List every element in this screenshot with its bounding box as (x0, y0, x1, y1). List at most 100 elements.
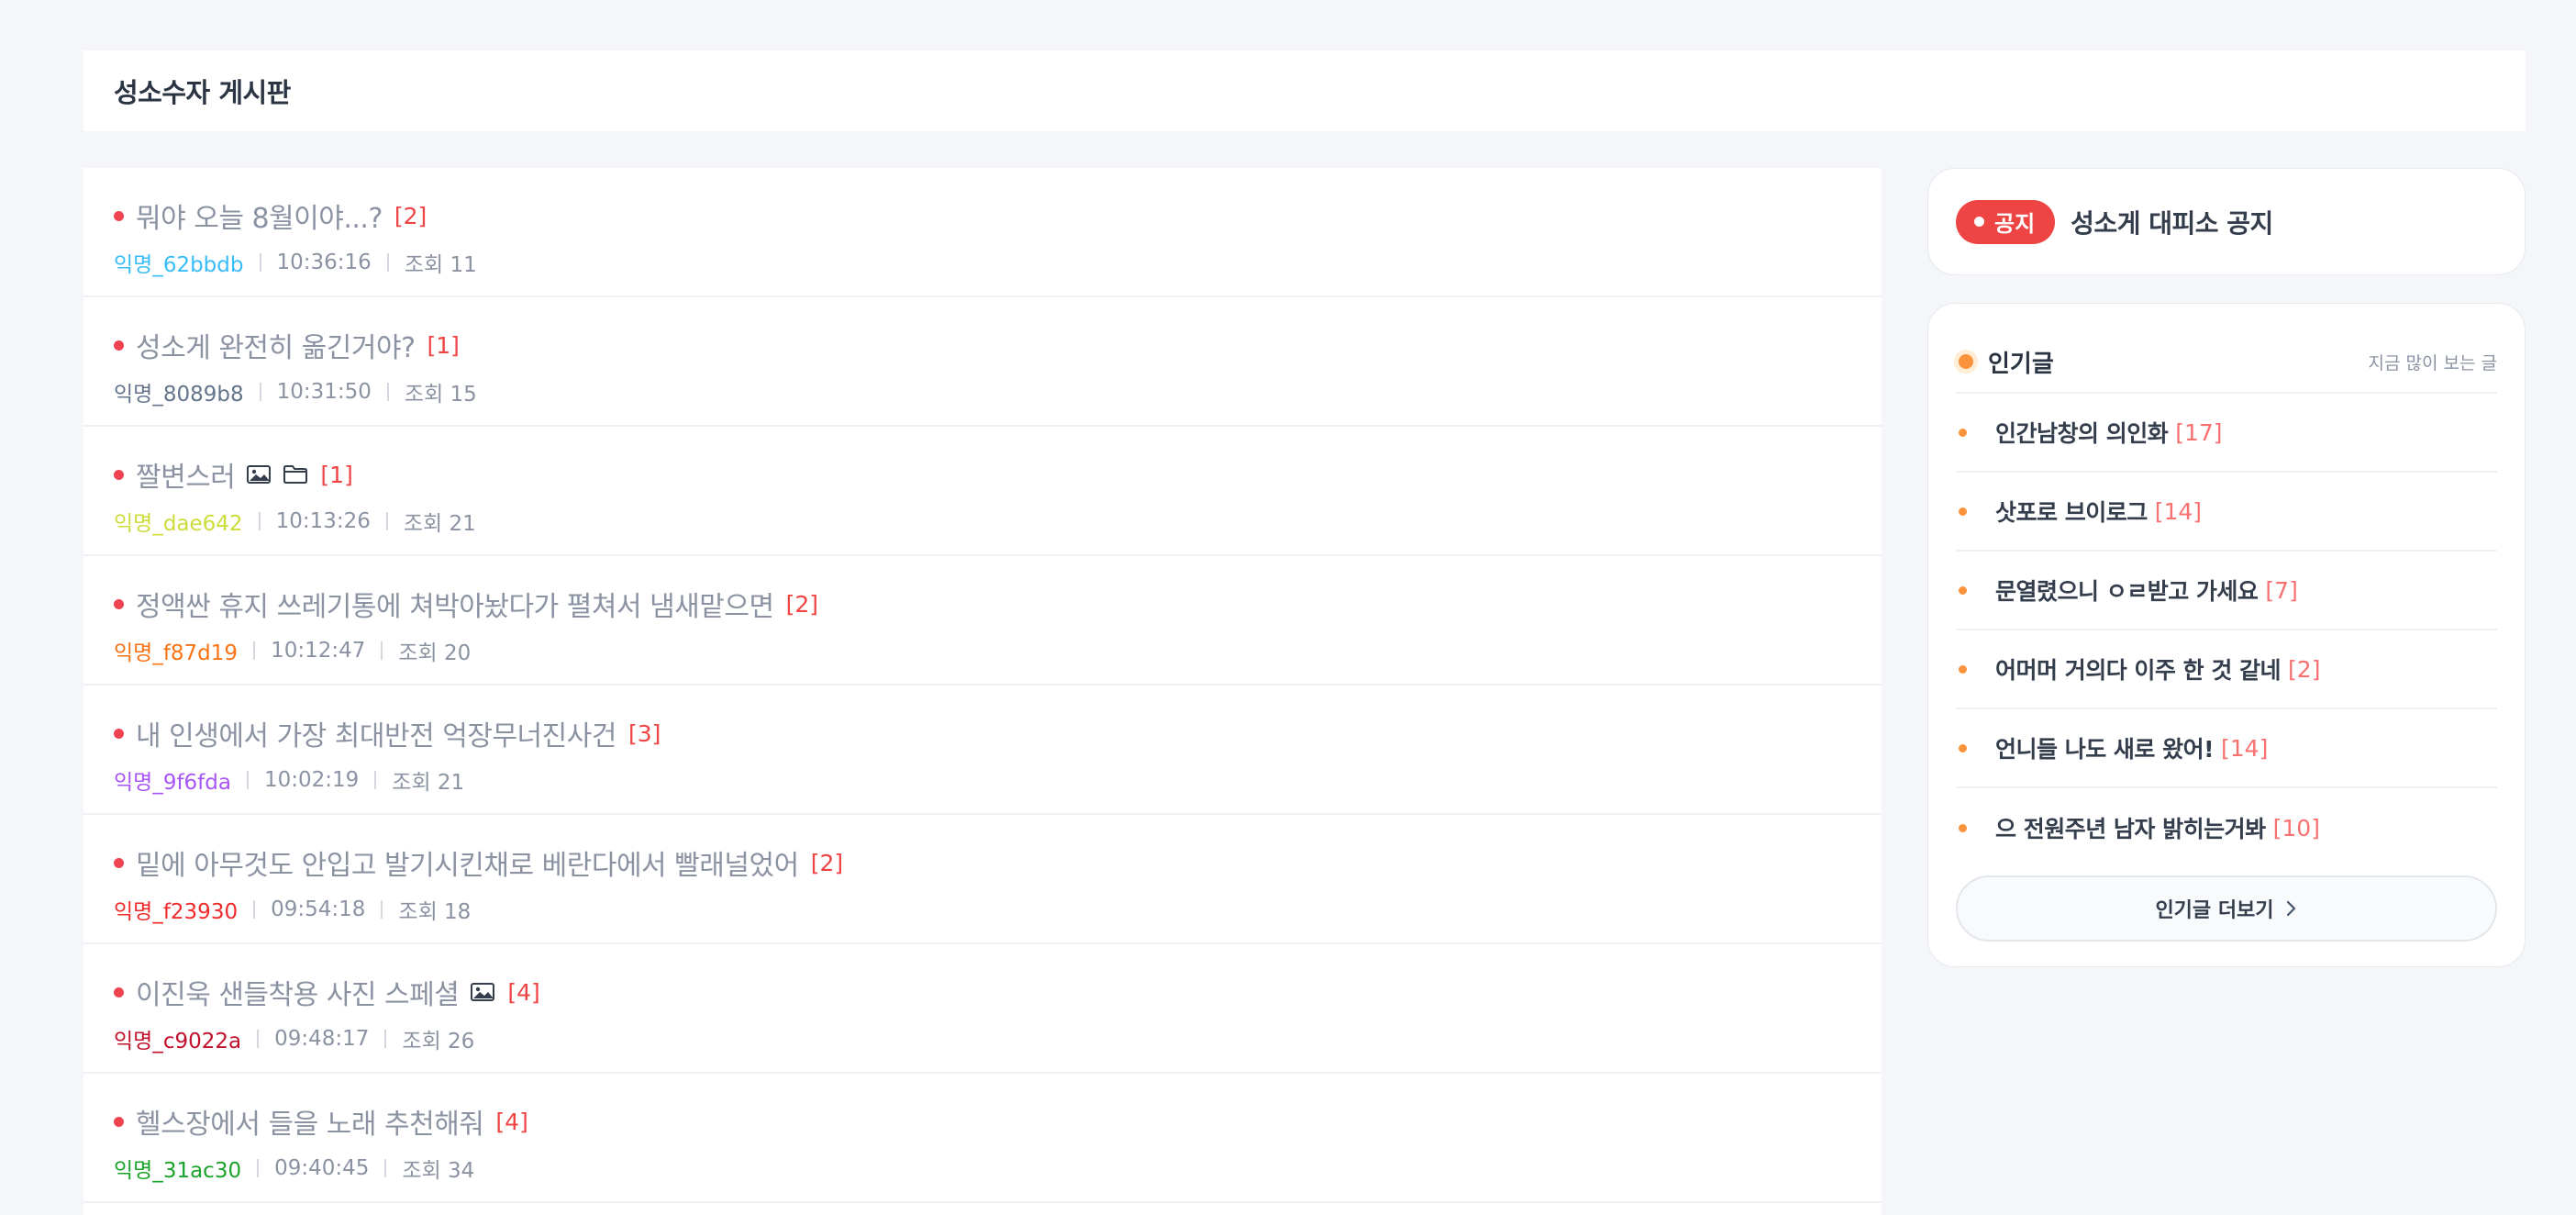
post-title-line: 성소게 완전히 옮긴거야? [1] (114, 325, 460, 365)
popular-item-title[interactable]: 문열렸으니 ㅇㄹ받고 가세요 (1995, 574, 2259, 607)
post-time: 09:54:18 (271, 897, 366, 921)
post-comment-count: [3] (627, 719, 661, 747)
post-comment-count: [2] (785, 590, 819, 618)
post-time: 10:02:19 (263, 768, 360, 792)
popular-item[interactable]: 으 전원주년 남자 밝히는거봐 [10] (1956, 788, 2497, 867)
post-title[interactable]: 헬스장에서 들을 노래 추천해줘 (136, 1101, 484, 1142)
new-dot-icon (114, 598, 124, 609)
meta-divider (258, 512, 261, 530)
post-row[interactable]: 헬스장에서 들을 노래 추천해줘 [4] 익명_31ac30 09:40:45 … (83, 1074, 1882, 1203)
post-title[interactable]: 성소게 완전히 옮긴거야? (136, 325, 416, 365)
post-views: 조회 18 (398, 900, 472, 924)
new-dot-icon (114, 728, 124, 739)
post-views: 조회 26 (402, 1030, 475, 1053)
bullet-dot-icon (1959, 585, 1967, 595)
new-dot-icon (114, 340, 124, 351)
meta-divider (253, 641, 256, 660)
post-title[interactable]: 내 인생에서 가장 최대반전 억장무너진사건 (136, 713, 616, 753)
popular-more-button[interactable]: 인기글 더보기 (1956, 875, 2497, 942)
post-row[interactable]: 짤변스러 [1] 익명_dae642 10:13:26 조회 21 (83, 427, 1882, 556)
popular-subtitle: 지금 많이 보는 글 (2368, 352, 2497, 373)
meta-divider (381, 900, 383, 919)
popular-dot-icon (1959, 354, 1973, 369)
new-dot-icon (114, 469, 124, 480)
post-time: 09:48:17 (274, 1027, 370, 1051)
post-meta: 익명_f23930 09:54:18 조회 18 (114, 894, 471, 925)
chevron-right-icon (2285, 899, 2298, 918)
post-title[interactable]: 뭐야 오늘 8월이야...? (136, 195, 383, 236)
popular-item-title[interactable]: 어머머 거의다 이주 한 것 같네 (1995, 652, 2282, 686)
post-comment-count: [2] (810, 849, 844, 876)
post-title[interactable]: 짤변스러 (136, 454, 236, 495)
post-comment-count: [1] (320, 461, 353, 488)
post-author: 익명_31ac30 (114, 1159, 242, 1183)
notice-dot-icon (1974, 217, 1984, 227)
popular-item-comment-count: [14] (2154, 497, 2203, 525)
post-meta: 익명_f87d19 10:12:47 조회 20 (114, 635, 471, 666)
notice-badge-label: 공지 (1994, 211, 2036, 237)
new-dot-icon (114, 210, 124, 221)
meta-divider (384, 1030, 387, 1048)
post-title[interactable]: 밑에 아무것도 안입고 발기시킨채로 베란다에서 빨래널었어 (136, 842, 799, 883)
post-list: 뭐야 오늘 8월이야...? [2] 익명_62bbdb 10:36:16 조회… (83, 168, 1882, 1215)
new-dot-icon (114, 857, 124, 868)
post-title-line: 이진욱 샌들착용 사진 스페셜 [4] (114, 972, 540, 1012)
post-time: 10:13:26 (275, 509, 371, 533)
post-title-line: 내 인생에서 가장 최대반전 억장무너진사건 [3] (114, 713, 661, 753)
popular-list: 인간남창의 의인화 [17] 삿포로 브이로그 [14] 문열렸으니 ㅇㄹ받고 … (1956, 394, 2497, 867)
popular-item[interactable]: 삿포로 브이로그 [14] (1956, 473, 2497, 552)
bullet-dot-icon (1959, 743, 1967, 752)
post-row[interactable]: 성소게 완전히 옮긴거야? [1] 익명_8089b8 10:31:50 조회 … (83, 297, 1882, 427)
meta-divider (257, 1159, 260, 1177)
meta-divider (385, 512, 388, 530)
meta-divider (259, 253, 261, 272)
post-views: 조회 21 (403, 512, 476, 536)
popular-item[interactable]: 문열렸으니 ㅇㄹ받고 가세요 [7] (1956, 552, 2497, 630)
meta-divider (253, 900, 256, 919)
post-row[interactable]: 정액싼 휴지 쓰레기통에 쳐박아놨다가 펼쳐서 냄새맡으면 [2] 익명_f87… (83, 556, 1882, 686)
post-meta: 익명_c9022a 09:48:17 조회 26 (114, 1023, 474, 1054)
popular-header: 인기글 지금 많이 보는 글 (1956, 331, 2497, 394)
popular-more-label: 인기글 더보기 (2155, 899, 2274, 922)
post-row[interactable]: 이진욱 샌들착용 사진 스페셜 [4] 익명_c9022a 09:48:17 조… (83, 944, 1882, 1074)
bullet-dot-icon (1959, 664, 1967, 674)
notice-card[interactable]: 공지 성소게 대피소 공지 (1927, 168, 2526, 275)
notice-link[interactable]: 성소게 대피소 공지 (2071, 204, 2273, 240)
popular-item-comment-count: [14] (2221, 734, 2269, 762)
popular-item-title[interactable]: 언니들 나도 새로 왔어! (1995, 731, 2215, 764)
popular-item[interactable]: 언니들 나도 새로 왔어! [14] (1956, 709, 2497, 788)
post-views: 조회 15 (404, 383, 477, 407)
post-views: 조회 34 (402, 1159, 475, 1183)
board-title: 성소수자 게시판 (114, 77, 291, 108)
popular-item-comment-count: [7] (2265, 576, 2298, 604)
post-author: 익명_dae642 (114, 512, 243, 536)
popular-item[interactable]: 어머머 거의다 이주 한 것 같네 [2] (1956, 630, 2497, 709)
bullet-dot-icon (1959, 823, 1967, 832)
popular-posts-panel: 인기글 지금 많이 보는 글 인간남창의 의인화 [17] 삿포로 브이로그 [… (1927, 303, 2526, 967)
post-meta: 익명_9f6fda 10:02:19 조회 21 (114, 764, 464, 796)
popular-item-comment-count: [2] (2288, 655, 2321, 683)
new-dot-icon (114, 986, 124, 998)
image-icon (470, 982, 495, 1002)
popular-title: 인기글 (1988, 350, 2054, 378)
popular-item[interactable]: 인간남창의 의인화 [17] (1956, 394, 2497, 473)
meta-divider (381, 641, 383, 660)
post-meta: 익명_dae642 10:13:26 조회 21 (114, 506, 476, 537)
meta-divider (386, 383, 389, 401)
post-row[interactable]: 밑에 아무것도 안입고 발기시킨채로 베란다에서 빨래널었어 [2] 익명_f2… (83, 815, 1882, 944)
popular-item-title[interactable]: 인간남창의 의인화 (1995, 416, 2169, 449)
post-row[interactable]: 내 인생에서 가장 최대반전 억장무너진사건 [3] 익명_9f6fda 10:… (83, 686, 1882, 815)
post-row[interactable]: 뭐야 오늘 8월이야...? [2] 익명_62bbdb 10:36:16 조회… (83, 168, 1882, 297)
meta-divider (259, 383, 261, 401)
meta-divider (246, 771, 249, 789)
post-comment-count: [2] (394, 202, 427, 229)
popular-item-title[interactable]: 으 전원주년 남자 밝히는거봐 (1995, 811, 2266, 844)
post-title[interactable]: 이진욱 샌들착용 사진 스페셜 (136, 972, 460, 1012)
post-author: 익명_9f6fda (114, 771, 231, 795)
popular-item-title[interactable]: 삿포로 브이로그 (1995, 495, 2148, 528)
post-title[interactable]: 정액싼 휴지 쓰레기통에 쳐박아놨다가 펼쳐서 냄새맡으면 (136, 584, 774, 624)
bullet-dot-icon (1959, 507, 1967, 516)
post-title-line: 밑에 아무것도 안입고 발기시킨채로 베란다에서 빨래널었어 [2] (114, 842, 843, 883)
post-meta: 익명_8089b8 10:31:50 조회 15 (114, 376, 477, 407)
bullet-dot-icon (1959, 428, 1967, 437)
